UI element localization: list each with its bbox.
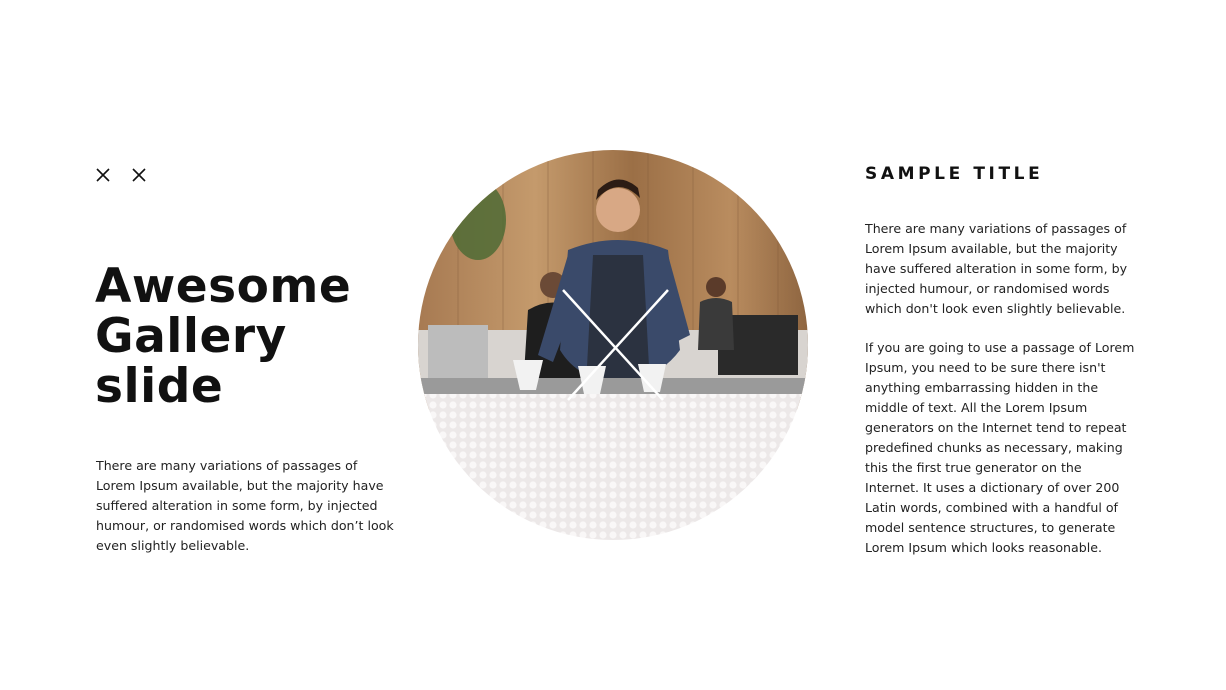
- close-x-icon: [96, 168, 110, 182]
- decorative-crosses: [96, 168, 146, 182]
- slide-body-text: There are many variations of passages of…: [96, 458, 394, 553]
- sidebar-paragraph: If you are going to use a passage of Lor…: [865, 340, 1135, 555]
- slide-title: Awesome Gallery slide: [95, 259, 352, 414]
- sample-title: SAMPLE TITLE: [865, 164, 1044, 184]
- sidebar-paragraph: There are many variations of passages of…: [865, 221, 1128, 316]
- close-x-icon: [132, 168, 146, 182]
- barista-photo-illustration: [418, 150, 808, 540]
- gallery-photo: [418, 150, 808, 540]
